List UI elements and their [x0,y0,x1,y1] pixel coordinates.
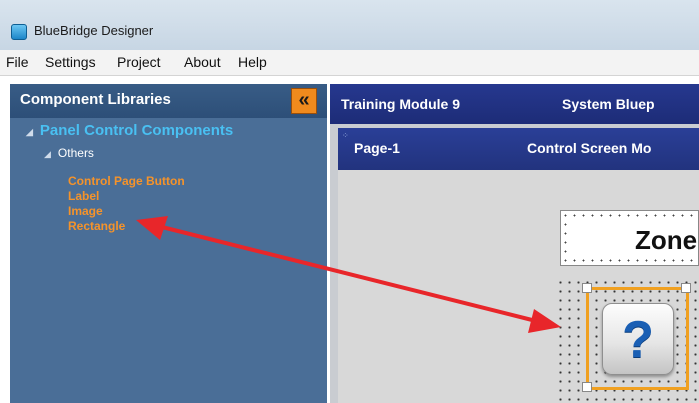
design-area: Training Module 9 System Bluep ⁘ Page-1 … [330,84,699,403]
resize-handle-top-left[interactable] [582,283,592,293]
page-tab[interactable]: Page-1 [354,140,400,156]
menu-bar: File Settings Project About Help [0,50,699,76]
drag-grip-icon[interactable]: ⁘ [342,131,350,140]
tab-training-module[interactable]: Training Module 9 [341,96,460,112]
app-window: BlueBridge Designer File Settings Projec… [0,0,699,403]
menu-about[interactable]: About [184,54,221,70]
title-bar: BlueBridge Designer [0,0,699,50]
tree-node-label: Panel Control Components [39,122,234,139]
collapse-panel-button[interactable]: « [291,88,317,114]
panel-title: Component Libraries [20,91,171,108]
component-image[interactable]: Image [68,204,103,218]
tree-node-others[interactable]: ◢ Others [44,146,94,160]
zone-label-component[interactable]: Zone [560,210,699,266]
menu-file[interactable]: File [6,54,29,70]
question-mark-icon: ? [622,311,654,369]
tree-node-panel-control-components[interactable]: ◢ Panel Control Components [26,122,233,139]
app-icon [11,24,27,40]
component-libraries-panel: Component Libraries « ◢ Panel Control Com… [10,84,327,403]
resize-handle-top-right[interactable] [681,283,691,293]
expand-triangle-icon[interactable]: ◢ [44,149,51,159]
collapse-chevron-icon: « [298,89,310,111]
menu-settings[interactable]: Settings [45,54,96,70]
control-screen-title: Control Screen Mo [527,140,652,156]
menu-project[interactable]: Project [117,54,161,70]
expand-triangle-icon[interactable]: ◢ [26,127,33,137]
component-label[interactable]: Label [68,189,99,203]
tab-system-blueprint[interactable]: System Bluep [562,96,655,112]
app-title: BlueBridge Designer [34,23,154,38]
resize-handle-bottom-left[interactable] [582,382,592,392]
component-rectangle[interactable]: Rectangle [68,219,125,233]
menu-help[interactable]: Help [238,54,267,70]
image-component[interactable]: ? [602,303,674,375]
panel-header: Component Libraries « [10,84,327,118]
page-bar: ⁘ Page-1 Control Screen Mo [338,128,699,170]
tree-node-label: Others [57,146,94,160]
design-canvas[interactable]: Zone ? [338,170,699,403]
project-tab-bar: Training Module 9 System Bluep [330,84,699,124]
component-control-page-button[interactable]: Control Page Button [68,174,185,188]
zone-label-text: Zone [635,225,698,255]
